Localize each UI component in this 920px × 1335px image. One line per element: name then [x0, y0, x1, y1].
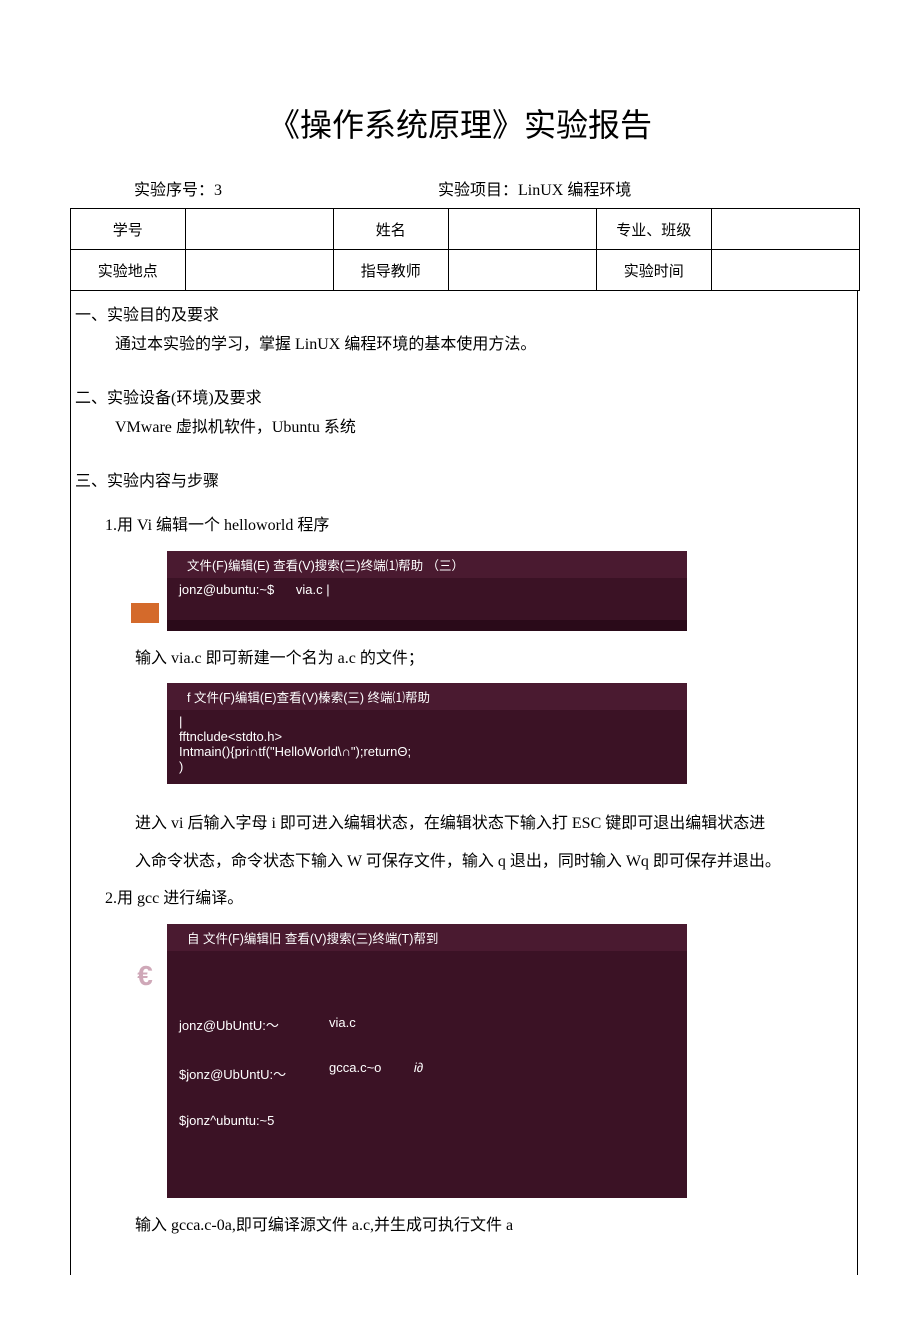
paragraph: 输入 gcca.c-0a,即可编译源文件 a.c,并生成可执行文件 a [135, 1212, 837, 1239]
info-value [185, 250, 333, 291]
info-table: 学号 姓名 专业、班级 实验地点 指导教师 实验时间 [70, 208, 860, 291]
terminal-body: jonz@UbUntU:～ $jonz@UbUntU:～ $jonz^ubunt… [167, 951, 687, 1198]
info-label: 姓名 [333, 209, 448, 250]
terminal-screenshot: f 文件(F)编辑(E)查看(V)榛索(三) 终端⑴帮助 | fftnclude… [167, 683, 687, 784]
page-title: 《操作系统原理》实验报告 [60, 100, 860, 146]
step-label: 1.用 Vi 编辑一个 helloworld 程序 [105, 511, 837, 535]
section-heading: 一、实验目的及要求 [75, 301, 837, 325]
terminal-menubar: f 文件(F)编辑(E)查看(V)榛索(三) 终端⑴帮助 [167, 683, 687, 710]
meta-row: 实验序号：3 实验项目：LinUX 编程环境 [60, 176, 860, 208]
section-heading: 二、实验设备(环境)及要求 [75, 384, 837, 408]
paragraph: 进入 vi 后输入字母 i 即可进入编辑状态，在编辑状态下输入打 ESC 键即可… [135, 808, 837, 840]
terminal-side-icons [127, 581, 163, 629]
terminal-line: gcca.c~o [329, 1060, 381, 1075]
paragraph: 通过本实验的学习，掌握 LinUX 编程环境的基本使用方法。 [115, 331, 837, 358]
paragraph: 入命令状态，命令状态下输入 W 可保存文件，输入 q 退出，同时输入 Wq 即可… [135, 846, 837, 878]
body-content: 一、实验目的及要求 通过本实验的学习，掌握 LinUX 编程环境的基本使用方法。… [70, 291, 858, 1275]
proj-value: LinUX 编程环境 [518, 182, 631, 199]
terminal-line: via.c [329, 1015, 675, 1030]
seq-value: 3 [214, 182, 222, 199]
info-value [711, 209, 859, 250]
info-value [185, 209, 333, 250]
terminal-line: $jonz^ubuntu:~5 [179, 1113, 329, 1128]
terminal-side-icons: € [127, 960, 163, 992]
euro-icon: € [127, 960, 163, 992]
paragraph: VMware 虚拟机软件，Ubuntu 系统 [115, 414, 837, 441]
terminal-line: fftnclude<stdto.h> [179, 729, 282, 744]
terminal-line: $jonz@UbUntU:～ [179, 1064, 329, 1083]
orange-icon [131, 603, 159, 623]
terminal-screenshot: € 自 文件(F)编辑旧 查看(V)搜索(三)终端(T)帮到 jonz@UbUn… [167, 924, 687, 1198]
info-label: 实验时间 [596, 250, 711, 291]
terminal-line: jonz@UbUntU:～ [179, 1015, 329, 1034]
proj-label: 实验项目： [438, 182, 518, 199]
paragraph: 输入 via.c 即可新建一个名为 a.c 的文件； [135, 645, 837, 672]
info-value [448, 209, 596, 250]
terminal-menubar: 自 文件(F)编辑旧 查看(V)搜索(三)终端(T)帮到 [167, 924, 687, 951]
terminal-line: Intmain(){pri∩tf("HelloWorld\∩");returnΘ… [179, 744, 411, 759]
info-label: 学号 [71, 209, 186, 250]
terminal-line: i∂ [414, 1060, 423, 1075]
terminal-prompt: jonz@ubuntu:~$ [179, 582, 274, 597]
terminal-menubar: 文件(F)编辑(E) 查看(V)搜索(三)终端⑴帮助 （三） [167, 551, 687, 578]
terminal-line: | [179, 714, 182, 729]
info-label: 专业、班级 [596, 209, 711, 250]
info-label: 实验地点 [71, 250, 186, 291]
step-label: 2.用 gcc 进行编译。 [105, 884, 837, 908]
terminal-screenshot: 文件(F)编辑(E) 查看(V)搜索(三)终端⑴帮助 （三） jonz@ubun… [167, 551, 687, 631]
terminal-command: via.c [296, 582, 323, 597]
terminal-line: ) [179, 759, 183, 774]
diamond-icon [135, 582, 155, 602]
terminal-body: jonz@ubuntu:~$ via.c | [167, 578, 687, 620]
terminal-body: | fftnclude<stdto.h> Intmain(){pri∩tf("H… [167, 710, 687, 784]
seq-label: 实验序号： [134, 182, 214, 199]
info-label: 指导教师 [333, 250, 448, 291]
section-heading: 三、实验内容与步骤 [75, 467, 837, 491]
info-value [448, 250, 596, 291]
info-value [711, 250, 859, 291]
